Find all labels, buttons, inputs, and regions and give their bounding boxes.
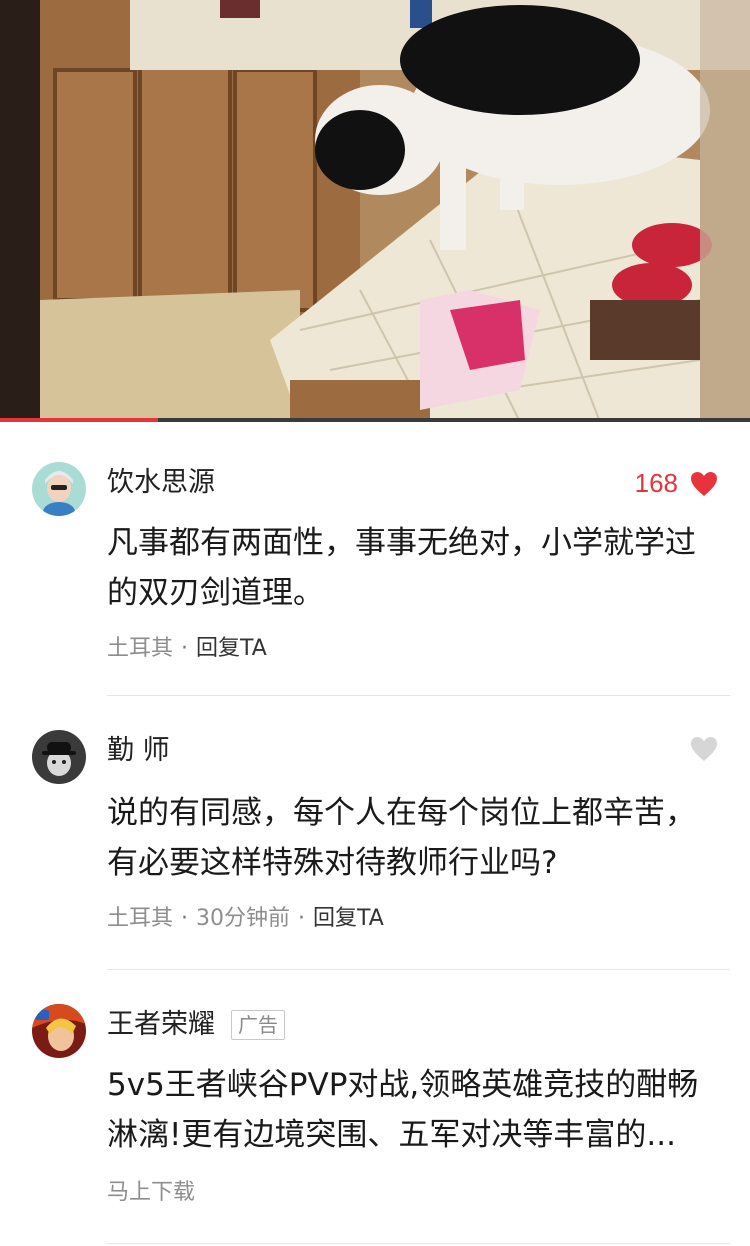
comment-username[interactable]: 勤 师 bbox=[107, 734, 170, 768]
comment-meta: 土耳其 · 30分钟前 · 回复TA bbox=[107, 904, 384, 934]
reply-button[interactable]: 回复TA bbox=[196, 636, 267, 661]
video-frame-image bbox=[0, 0, 750, 422]
comment-text: 凡事都有两面性，事事无绝对，小学就学过的双刃剑道理。 bbox=[107, 525, 696, 611]
ad-text: 5v5王者峡谷PVP对战,领略英雄竞技的酣畅淋漓!更有边境突围、五军对决等丰富的… bbox=[107, 1067, 699, 1153]
comment-time: 30分钟前 bbox=[196, 906, 291, 931]
separator-dot: · bbox=[181, 636, 189, 661]
reply-button[interactable]: 回复TA bbox=[313, 906, 384, 931]
like-button[interactable] bbox=[690, 736, 718, 762]
like-button[interactable]: 168 bbox=[635, 468, 718, 499]
video-player[interactable] bbox=[0, 0, 750, 422]
heart-filled-icon bbox=[691, 471, 717, 496]
avatar[interactable] bbox=[32, 730, 86, 784]
video-progress-bar[interactable] bbox=[0, 418, 750, 422]
separator-dot: · bbox=[181, 906, 189, 931]
separator-dot: · bbox=[298, 906, 306, 931]
video-progress-fill bbox=[0, 418, 158, 422]
heart-outline-icon bbox=[691, 737, 717, 761]
comment-text: 说的有同感，每个人在每个岗位上都辛苦，有必要这样特殊对待教师行业吗? bbox=[107, 795, 696, 881]
avatar[interactable] bbox=[32, 462, 86, 516]
divider bbox=[107, 695, 730, 696]
divider bbox=[107, 1243, 730, 1244]
avatar[interactable] bbox=[32, 1004, 86, 1058]
comment-meta: 土耳其 · 回复TA bbox=[107, 634, 267, 664]
like-count: 168 bbox=[634, 468, 678, 498]
ad-badge: 广告 bbox=[231, 1010, 285, 1040]
comment-location: 土耳其 bbox=[107, 906, 174, 931]
comment-username[interactable]: 饮水思源 bbox=[107, 466, 215, 500]
divider bbox=[107, 969, 730, 970]
ad-title[interactable]: 王者荣耀 bbox=[107, 1008, 215, 1042]
download-button[interactable]: 马上下载 bbox=[107, 1178, 195, 1208]
comment-location: 土耳其 bbox=[107, 636, 174, 661]
